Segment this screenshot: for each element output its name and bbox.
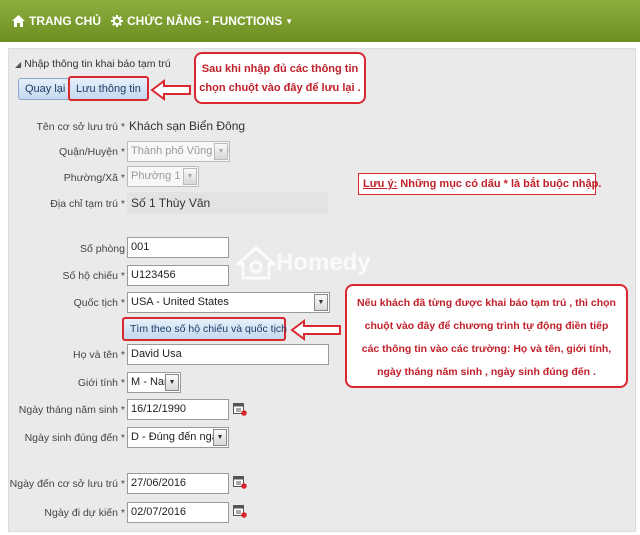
chevron-down-icon: ▼ xyxy=(165,374,179,391)
nav-home[interactable]: TRANG CHỦ xyxy=(12,14,101,28)
passport-label: Số hộ chiếu * xyxy=(62,270,125,282)
search-hint-line4: ngày tháng năm sinh , ngày sinh đúng đến… xyxy=(377,366,596,378)
house-logo-icon xyxy=(236,246,276,280)
facility-label: Tên cơ sở lưu trú * xyxy=(36,121,126,133)
ward-select[interactable]: Phường 1 ▼ xyxy=(127,166,199,187)
search-hint-line3: các thông tin vào các trường: Họ và tên,… xyxy=(361,343,612,355)
district-select[interactable]: Thành phố Vũng Tàu ▼ xyxy=(127,141,230,162)
search-hint-callout: Nếu khách đã từng được khai báo tạm trú … xyxy=(345,284,628,388)
search-hint-line2: chuột vào đây để chương trình tự động đi… xyxy=(364,320,609,332)
departure-input[interactable]: 02/07/2016 xyxy=(127,502,229,523)
chevron-down-icon: ▼ xyxy=(285,16,294,26)
ward-label: Phường/Xã * xyxy=(63,172,125,184)
arrow-left-icon xyxy=(290,319,341,341)
top-nav-bar: TRANG CHỦ CHỨC NĂNG - FUNCTIONS ▼ xyxy=(0,0,640,42)
calendar-icon[interactable] xyxy=(233,504,247,518)
address-label: Địa chỉ tạm trú * xyxy=(50,198,125,210)
section-title-text: Nhập thông tin khai báo tạm trú xyxy=(24,58,171,70)
nav-functions[interactable]: CHỨC NĂNG - FUNCTIONS ▼ xyxy=(111,14,293,28)
chevron-down-icon: ▼ xyxy=(214,143,228,160)
gender-label: Giới tính * xyxy=(77,377,125,389)
address-field: Số 1 Thùy Vân xyxy=(127,192,328,214)
watermark-text: Homedy xyxy=(276,249,371,276)
save-hint-line1: Sau khi nhập đủ các thông tin xyxy=(201,63,359,75)
save-hint-line2: chọn chuột vào đây để lưu lại . xyxy=(199,82,361,94)
collapse-triangle-icon: ◢ xyxy=(15,59,22,69)
calendar-icon[interactable] xyxy=(233,402,247,416)
arrival-input[interactable]: 27/06/2016 xyxy=(127,473,229,494)
save-hint-callout: Sau khi nhập đủ các thông tin chọn chuột… xyxy=(194,52,366,104)
nationality-select[interactable]: USA - United States ▼ xyxy=(127,292,330,313)
gear-icon xyxy=(111,15,123,27)
chevron-down-icon: ▼ xyxy=(314,294,328,311)
district-label: Quận/Huyện * xyxy=(59,146,125,158)
search-hint-line1: Nếu khách đã từng được khai báo tạm trú … xyxy=(357,297,616,309)
required-fields-note: Lưu ý: Những mục có dấu * là bắt buộc nh… xyxy=(358,173,601,195)
watermark: Homedy xyxy=(236,246,371,280)
search-passport-button[interactable]: Tìm theo số hộ chiếu và quốc tịch xyxy=(122,317,287,341)
note-prefix: Lưu ý: xyxy=(363,178,398,190)
chevron-down-icon: ▼ xyxy=(213,429,227,446)
arrow-left-icon xyxy=(150,79,191,101)
nav-functions-label: CHỨC NĂNG - FUNCTIONS xyxy=(127,14,283,28)
nav-home-label: TRANG CHỦ xyxy=(29,14,101,28)
nationality-select-value: USA - United States xyxy=(131,296,229,308)
room-input[interactable]: 001 xyxy=(127,237,229,258)
nationality-label: Quốc tịch * xyxy=(73,297,125,309)
passport-input[interactable]: U123456 xyxy=(127,265,229,286)
departure-label: Ngày đi dự kiến * xyxy=(44,507,125,519)
gender-select[interactable]: M - Nam ▼ xyxy=(127,372,181,393)
dob-label: Ngày tháng năm sinh * xyxy=(18,404,125,416)
save-button[interactable]: Lưu thông tin xyxy=(68,76,149,101)
dob-precision-select[interactable]: D - Đúng đến ngày ▼ xyxy=(127,427,229,448)
dob-input[interactable]: 16/12/1990 xyxy=(127,399,229,420)
arrival-label: Ngày đến cơ sở lưu trú * xyxy=(9,478,125,490)
back-button[interactable]: Quay lại xyxy=(18,78,73,100)
ward-select-value: Phường 1 xyxy=(131,170,181,182)
fullname-label: Họ và tên * xyxy=(73,349,125,361)
room-label: Số phòng xyxy=(80,243,125,255)
dob-precision-select-value: D - Đúng đến ngày xyxy=(131,431,224,443)
facility-value: Khách sạn Biển Đông xyxy=(129,119,246,133)
calendar-icon[interactable] xyxy=(233,475,247,489)
section-title: ◢ Nhập thông tin khai báo tạm trú xyxy=(15,58,171,70)
chevron-down-icon: ▼ xyxy=(183,168,197,185)
note-text: Những mục có dấu * là bắt buộc nhập. xyxy=(397,178,602,190)
dob-precision-label: Ngày sinh đúng đến * xyxy=(24,432,125,444)
fullname-input[interactable]: David Usa xyxy=(127,344,329,365)
home-icon xyxy=(12,15,25,27)
